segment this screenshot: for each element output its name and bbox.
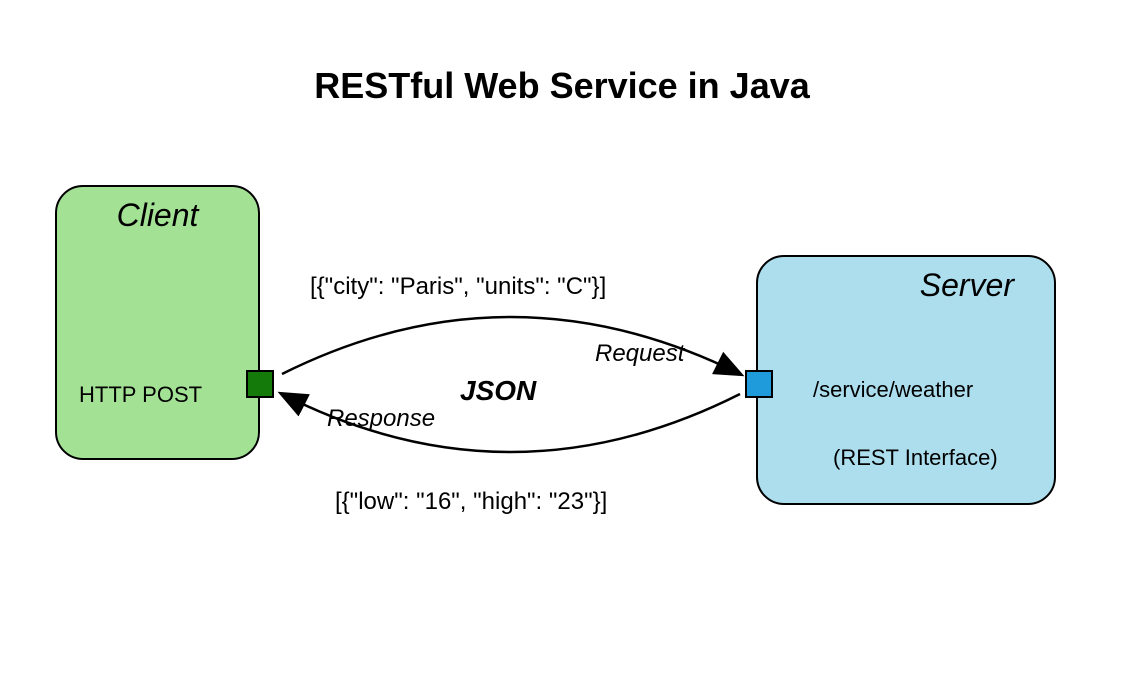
server-port-icon [745,370,773,398]
request-payload-text: [{"city": "Paris", "units": "C"}] [310,273,606,301]
diagram-title: RESTful Web Service in Java [0,65,1124,107]
server-node: Server /service/weather (REST Interface) [756,255,1056,505]
request-label: Request [595,340,684,368]
response-payload-text: [{"low": "16", "high": "23"}] [335,488,607,516]
client-port-icon [246,370,274,398]
client-method: HTTP POST [79,382,202,408]
json-format-label: JSON [460,375,536,407]
client-node: Client HTTP POST [55,185,260,460]
response-label: Response [327,405,435,433]
server-interface-label: (REST Interface) [833,445,998,471]
server-endpoint: /service/weather [813,377,973,403]
client-label: Client [57,197,258,234]
server-label: Server [920,267,1014,304]
